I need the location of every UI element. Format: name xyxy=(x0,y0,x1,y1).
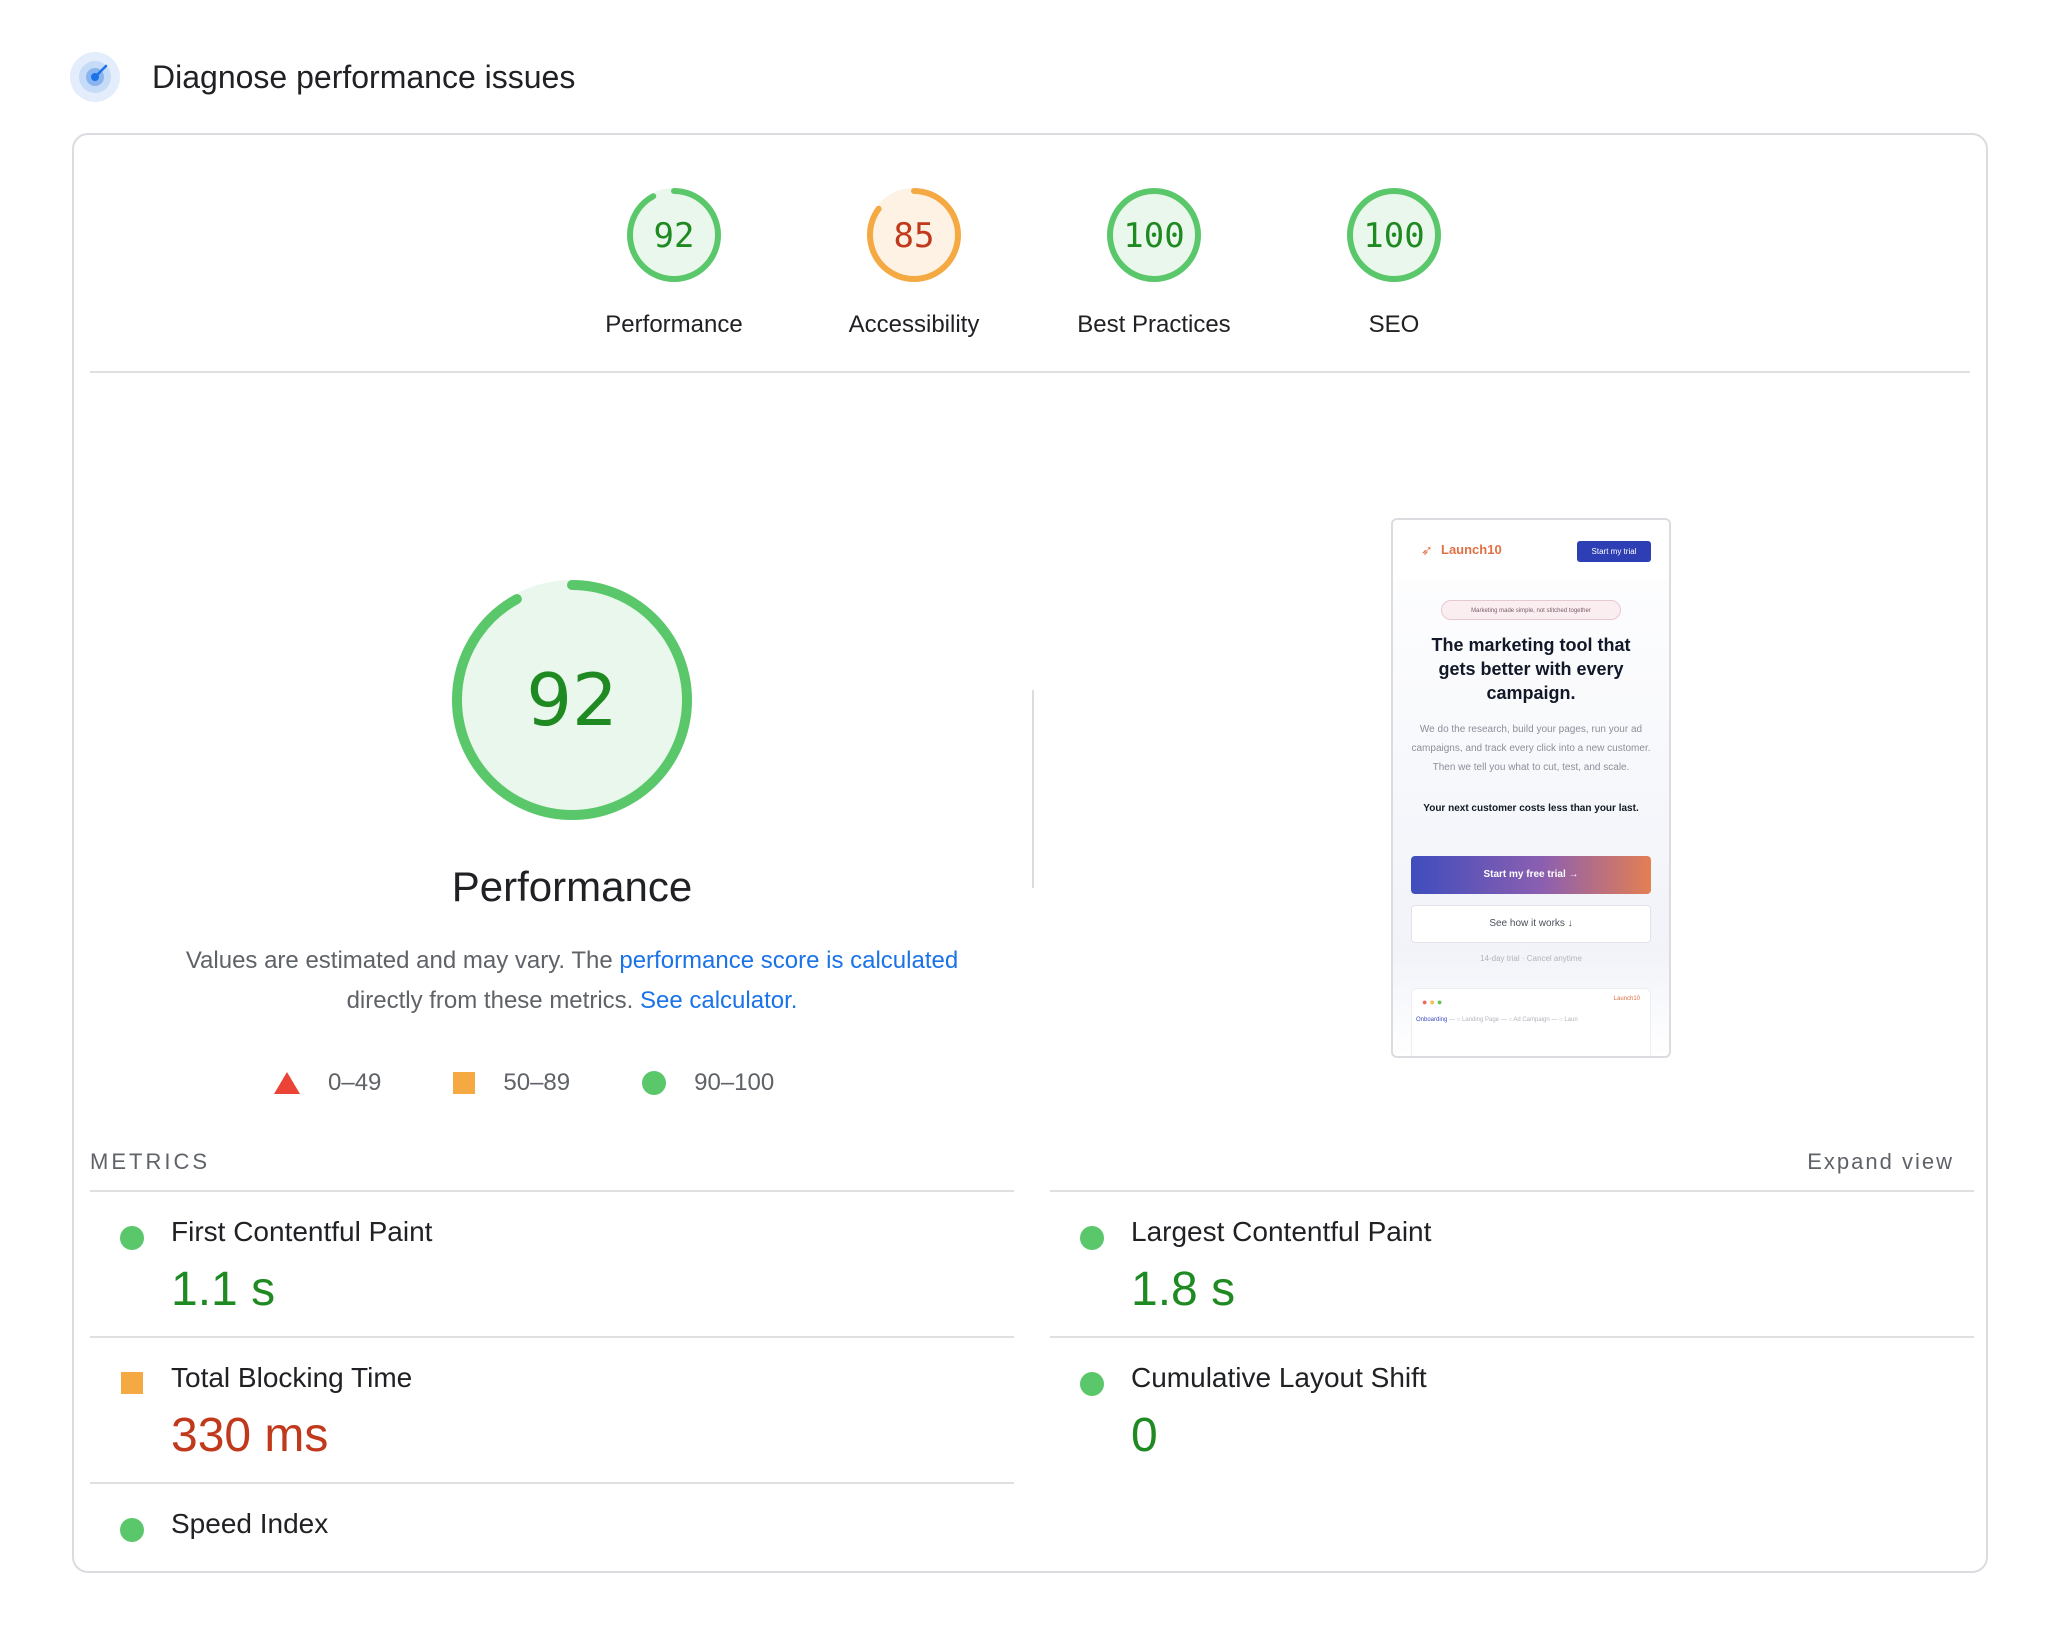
screenshot-headline: The marketing tool that gets better with… xyxy=(1431,635,1631,703)
screenshot-nav: ➶ Launch10 Start my trial xyxy=(1393,520,1669,580)
metric-speed-index: Speed Index xyxy=(90,1482,1014,1628)
metric-name: Speed Index xyxy=(171,1508,329,1539)
average-square-icon xyxy=(121,1372,143,1394)
metric-value: 330 ms xyxy=(171,1409,329,1462)
main-score: 92 xyxy=(526,658,618,742)
main-performance-gauge: 92 xyxy=(412,575,732,830)
pass-circle-icon xyxy=(1080,1372,1104,1396)
screenshot-nav-button: Start my trial xyxy=(1577,541,1651,562)
gauge-label: Best Practices xyxy=(1077,311,1231,338)
gauge-seo[interactable]: 100 SEO xyxy=(1294,185,1494,339)
performance-title: Performance xyxy=(451,863,693,910)
score-ring: 92 xyxy=(627,188,721,282)
pass-circle-icon xyxy=(1080,1226,1104,1250)
gauge-score: 100 xyxy=(1363,216,1424,256)
metric-value: 1.1 s xyxy=(171,1263,276,1316)
step-label: Ad Campaign xyxy=(1513,1017,1550,1023)
gauge-label: Accessibility xyxy=(848,311,980,338)
screenshot-tagline: Your next customer costs less than your … xyxy=(1423,803,1639,814)
score-ring: 85 xyxy=(867,188,961,282)
gauge-accessibility[interactable]: 85 Accessibility xyxy=(814,185,1014,339)
metric-name: Total Blocking Time xyxy=(171,1362,413,1393)
screenshot-logo: Launch10 xyxy=(1441,542,1502,557)
score-ring: 92 xyxy=(452,580,692,820)
gauge-best-practices[interactable]: 100 Best Practices xyxy=(1054,185,1254,339)
legend-average: 50–89 xyxy=(453,1069,570,1097)
legend-fail: 0–49 xyxy=(274,1069,381,1097)
rocket-icon: ➶ xyxy=(1421,542,1433,558)
page-screenshot[interactable]: ➶ Launch10 Start my trial Marketing made… xyxy=(1391,518,1671,1058)
screenshot-cta-secondary: See how it works ↓ xyxy=(1411,905,1651,943)
legend-range: 90–100 xyxy=(694,1069,775,1096)
metric-first-contentful-paint: First Contentful Paint 1.1 s xyxy=(90,1190,1014,1336)
desc-text: Values are estimated and may vary. The xyxy=(185,947,620,974)
metric-value: 0 xyxy=(1131,1409,1158,1462)
gauge-label: Performance xyxy=(605,311,743,338)
screenshot-app-window: ●●● Launch10 Onboarding — ○ Landing Page… xyxy=(1411,988,1651,1056)
metric-total-blocking-time: Total Blocking Time 330 ms xyxy=(90,1336,1014,1482)
screenshot-badge: Marketing made simple, not stitched toge… xyxy=(1441,600,1621,620)
score-ring: 100 xyxy=(1107,188,1201,282)
screenshot-cta-primary: Start my free trial → xyxy=(1411,856,1651,894)
legend-pass: 90–100 xyxy=(642,1069,774,1097)
circle-icon xyxy=(642,1071,667,1095)
gauge-performance[interactable]: 92 Performance xyxy=(574,185,774,339)
pass-circle-icon xyxy=(120,1518,144,1542)
speedometer-icon xyxy=(70,52,120,102)
window-steps: Onboarding — ○ Landing Page — ○ Ad Campa… xyxy=(1416,1017,1578,1023)
legend-range: 0–49 xyxy=(328,1069,382,1096)
report-card: 92 Performance 85 Accessibility 100 Best… xyxy=(72,133,1988,1573)
step-label: Landing Page xyxy=(1461,1017,1500,1023)
score-ring: 100 xyxy=(1347,188,1441,282)
metric-cumulative-layout-shift: Cumulative Layout Shift 0 xyxy=(1050,1336,1974,1482)
metric-largest-contentful-paint: Largest Contentful Paint 1.8 s xyxy=(1050,1190,1974,1336)
see-calculator-link[interactable]: See calculator. xyxy=(640,987,797,1014)
triangle-icon xyxy=(274,1072,300,1094)
window-dots-icon: ●●● xyxy=(1422,997,1445,1007)
window-logo: Launch10 xyxy=(1613,996,1640,1002)
step-label: Laun xyxy=(1564,1017,1578,1023)
performance-score-link[interactable]: performance score is calculated xyxy=(619,947,958,974)
pass-circle-icon xyxy=(120,1226,144,1250)
metric-name: Largest Contentful Paint xyxy=(1131,1216,1432,1247)
gauge-score: 92 xyxy=(654,216,695,256)
metrics-header: METRICS Expand view xyxy=(90,1145,1970,1185)
vertical-separator xyxy=(1032,690,1034,888)
performance-description: Values are estimated and may vary. The p… xyxy=(182,941,962,1021)
step-label: Onboarding xyxy=(1416,1017,1448,1023)
divider xyxy=(90,371,1970,373)
screenshot-trial-note: 14-day trial · Cancel anytime xyxy=(1480,954,1582,963)
gauge-score: 100 xyxy=(1123,216,1184,256)
square-icon xyxy=(453,1072,476,1094)
metric-name: Cumulative Layout Shift xyxy=(1131,1362,1427,1393)
legend-range: 50–89 xyxy=(503,1069,571,1096)
screenshot-body: We do the research, build your pages, ru… xyxy=(1411,724,1651,773)
metric-name: First Contentful Paint xyxy=(171,1216,433,1247)
metric-value: 1.8 s xyxy=(1131,1263,1236,1316)
gauge-label: SEO xyxy=(1368,311,1420,338)
score-legend: 0–49 50–89 90–100 xyxy=(274,1063,914,1103)
gauge-score: 85 xyxy=(894,216,935,256)
section-header: Diagnose performance issues xyxy=(70,52,575,102)
metrics-label: METRICS xyxy=(90,1149,210,1174)
section-title: Diagnose performance issues xyxy=(152,58,576,95)
expand-view-button[interactable]: Expand view xyxy=(1807,1149,1954,1175)
desc-text: directly from these metrics. xyxy=(346,987,640,1014)
